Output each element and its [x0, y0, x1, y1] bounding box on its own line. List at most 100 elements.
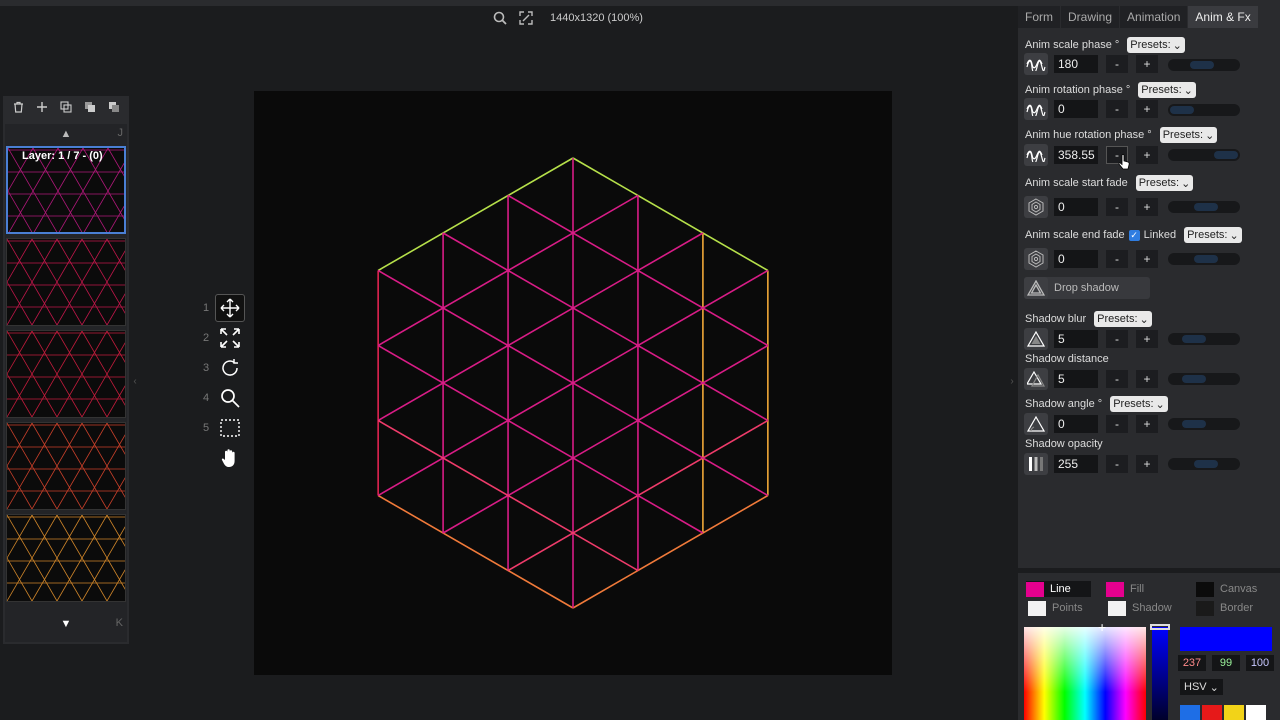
increment-button[interactable]: + [1136, 146, 1158, 164]
decrement-button[interactable]: - [1106, 455, 1128, 473]
layer-thumbnail[interactable] [6, 238, 126, 326]
color-mode-select[interactable]: HSV ⌄ [1180, 679, 1223, 695]
wave-icon[interactable] [1024, 53, 1048, 75]
decrement-button[interactable]: - [1106, 55, 1128, 73]
hand-icon[interactable] [215, 444, 245, 472]
scale-icon[interactable] [215, 324, 245, 352]
tab-anim-fx[interactable]: Anim & Fx [1188, 6, 1258, 28]
color-target-points[interactable]: Points [1028, 600, 1083, 616]
duplicate-icon[interactable] [55, 97, 77, 117]
hue-saturation-picker[interactable] [1024, 627, 1146, 720]
linked-checkbox[interactable]: ✓ [1128, 229, 1140, 241]
zoom-icon[interactable] [215, 384, 245, 412]
decrement-button[interactable]: - [1106, 330, 1128, 348]
canvas-color-swatch[interactable] [1196, 581, 1214, 597]
shadow-angle-slider[interactable] [1168, 418, 1240, 430]
value-slider-handle[interactable] [1150, 624, 1170, 630]
anim-hue-rotation-phase-presets[interactable]: Presets: ⌄ [1159, 127, 1218, 143]
increment-button[interactable]: + [1136, 250, 1158, 268]
line-color-swatch[interactable] [1026, 581, 1044, 597]
concentric-hexagon-icon[interactable] [1024, 196, 1048, 218]
palette-swatch[interactable] [1246, 705, 1266, 720]
blue-input[interactable]: 100 [1246, 655, 1274, 671]
tool-move[interactable]: 1 [201, 293, 247, 323]
slider-thumb[interactable] [1170, 106, 1194, 114]
palette-swatch[interactable] [1224, 705, 1244, 720]
increment-button[interactable]: + [1136, 100, 1158, 118]
layer-nav-down[interactable]: ▼ K [5, 614, 127, 634]
decrement-button[interactable]: - [1106, 415, 1128, 433]
move-icon[interactable] [215, 294, 245, 322]
decrement-button[interactable]: - [1106, 370, 1128, 388]
green-input[interactable]: 99 [1212, 655, 1240, 671]
opacity-bars-icon[interactable] [1024, 453, 1048, 475]
shadow-color-swatch[interactable] [1108, 600, 1126, 616]
magnifier-icon[interactable] [490, 8, 510, 28]
color-target-line[interactable]: Line [1026, 581, 1091, 597]
value-slider[interactable] [1152, 627, 1168, 720]
shadow-blur-presets[interactable]: Presets: ⌄ [1094, 311, 1152, 327]
concentric-hexagon-icon[interactable] [1024, 248, 1048, 270]
drop-shadow-button[interactable]: Drop shadow [1024, 277, 1150, 299]
layer-thumbnail[interactable] [6, 514, 126, 602]
shadow-angle-presets[interactable]: Presets: ⌄ [1110, 396, 1168, 412]
tab-drawing[interactable]: Drawing [1061, 6, 1120, 28]
shadow-blur-input[interactable]: 5 [1054, 330, 1098, 348]
layer-thumbnail[interactable] [6, 330, 126, 418]
slider-thumb[interactable] [1182, 375, 1206, 383]
wave-icon[interactable] [1024, 144, 1048, 166]
increment-button[interactable]: + [1136, 55, 1158, 73]
increment-button[interactable]: + [1136, 330, 1158, 348]
triangle-shadow-icon[interactable] [1024, 328, 1048, 350]
slider-thumb[interactable] [1194, 255, 1218, 263]
tool-zoom[interactable]: 4 [201, 383, 247, 413]
increment-button[interactable]: + [1136, 370, 1158, 388]
increment-button[interactable]: + [1136, 198, 1158, 216]
anim-scale-start-fade-slider[interactable] [1168, 201, 1240, 213]
color-target-canvas[interactable]: Canvas [1196, 581, 1257, 597]
trash-icon[interactable] [7, 97, 29, 117]
anim-scale-phase-presets[interactable]: Presets: ⌄ [1127, 37, 1185, 53]
color-target-border[interactable]: Border [1196, 600, 1253, 616]
fill-color-swatch[interactable] [1106, 581, 1124, 597]
increment-button[interactable]: + [1136, 455, 1158, 473]
slider-thumb[interactable] [1182, 420, 1206, 428]
palette-swatch[interactable] [1202, 705, 1222, 720]
anim-scale-start-fade-presets[interactable]: Presets: ⌄ [1135, 175, 1194, 191]
anim-scale-end-fade-input[interactable]: 0 [1054, 250, 1098, 268]
shadow-blur-slider[interactable] [1168, 333, 1240, 345]
fit-screen-icon[interactable] [516, 8, 536, 28]
slider-thumb[interactable] [1194, 460, 1218, 468]
collapse-right-handle[interactable]: › [1008, 366, 1016, 396]
shadow-distance-input[interactable]: 5 [1054, 370, 1098, 388]
shadow-opacity-input[interactable]: 255 [1054, 455, 1098, 473]
slider-thumb[interactable] [1214, 151, 1238, 159]
shadow-opacity-slider[interactable] [1168, 458, 1240, 470]
layer-thumbnail[interactable] [6, 422, 126, 510]
tool-hand[interactable] [201, 443, 247, 473]
merge-icon[interactable] [79, 97, 101, 117]
anim-hue-rotation-phase-input[interactable]: 358.55 [1054, 146, 1098, 164]
anim-rotation-phase-presets[interactable]: Presets: ⌄ [1138, 82, 1196, 98]
anim-scale-phase-input[interactable]: 180 [1054, 55, 1098, 73]
anim-hue-rotation-phase-slider[interactable] [1168, 149, 1240, 161]
color-target-fill[interactable]: Fill [1106, 581, 1144, 597]
color-target-shadow[interactable]: Shadow [1108, 600, 1172, 616]
tool-rotate[interactable]: 3 [201, 353, 247, 383]
copy-icon[interactable] [103, 97, 125, 117]
drawing-canvas[interactable] [254, 91, 892, 675]
anim-rotation-phase-input[interactable]: 0 [1054, 100, 1098, 118]
select-rect-icon[interactable] [215, 414, 245, 442]
decrement-button[interactable]: - [1106, 250, 1128, 268]
plus-icon[interactable] [31, 97, 53, 117]
tool-scale[interactable]: 2 [201, 323, 247, 353]
tab-animation[interactable]: Animation [1120, 6, 1188, 28]
slider-thumb[interactable] [1182, 335, 1206, 343]
shadow-angle-input[interactable]: 0 [1054, 415, 1098, 433]
layer-nav-up[interactable]: ▲ J [5, 124, 127, 144]
wave-icon[interactable] [1024, 98, 1048, 120]
slider-thumb[interactable] [1194, 203, 1218, 211]
triangle-angle-icon[interactable] [1024, 413, 1048, 435]
anim-rotation-phase-slider[interactable] [1168, 104, 1240, 116]
decrement-button[interactable]: - [1106, 100, 1128, 118]
